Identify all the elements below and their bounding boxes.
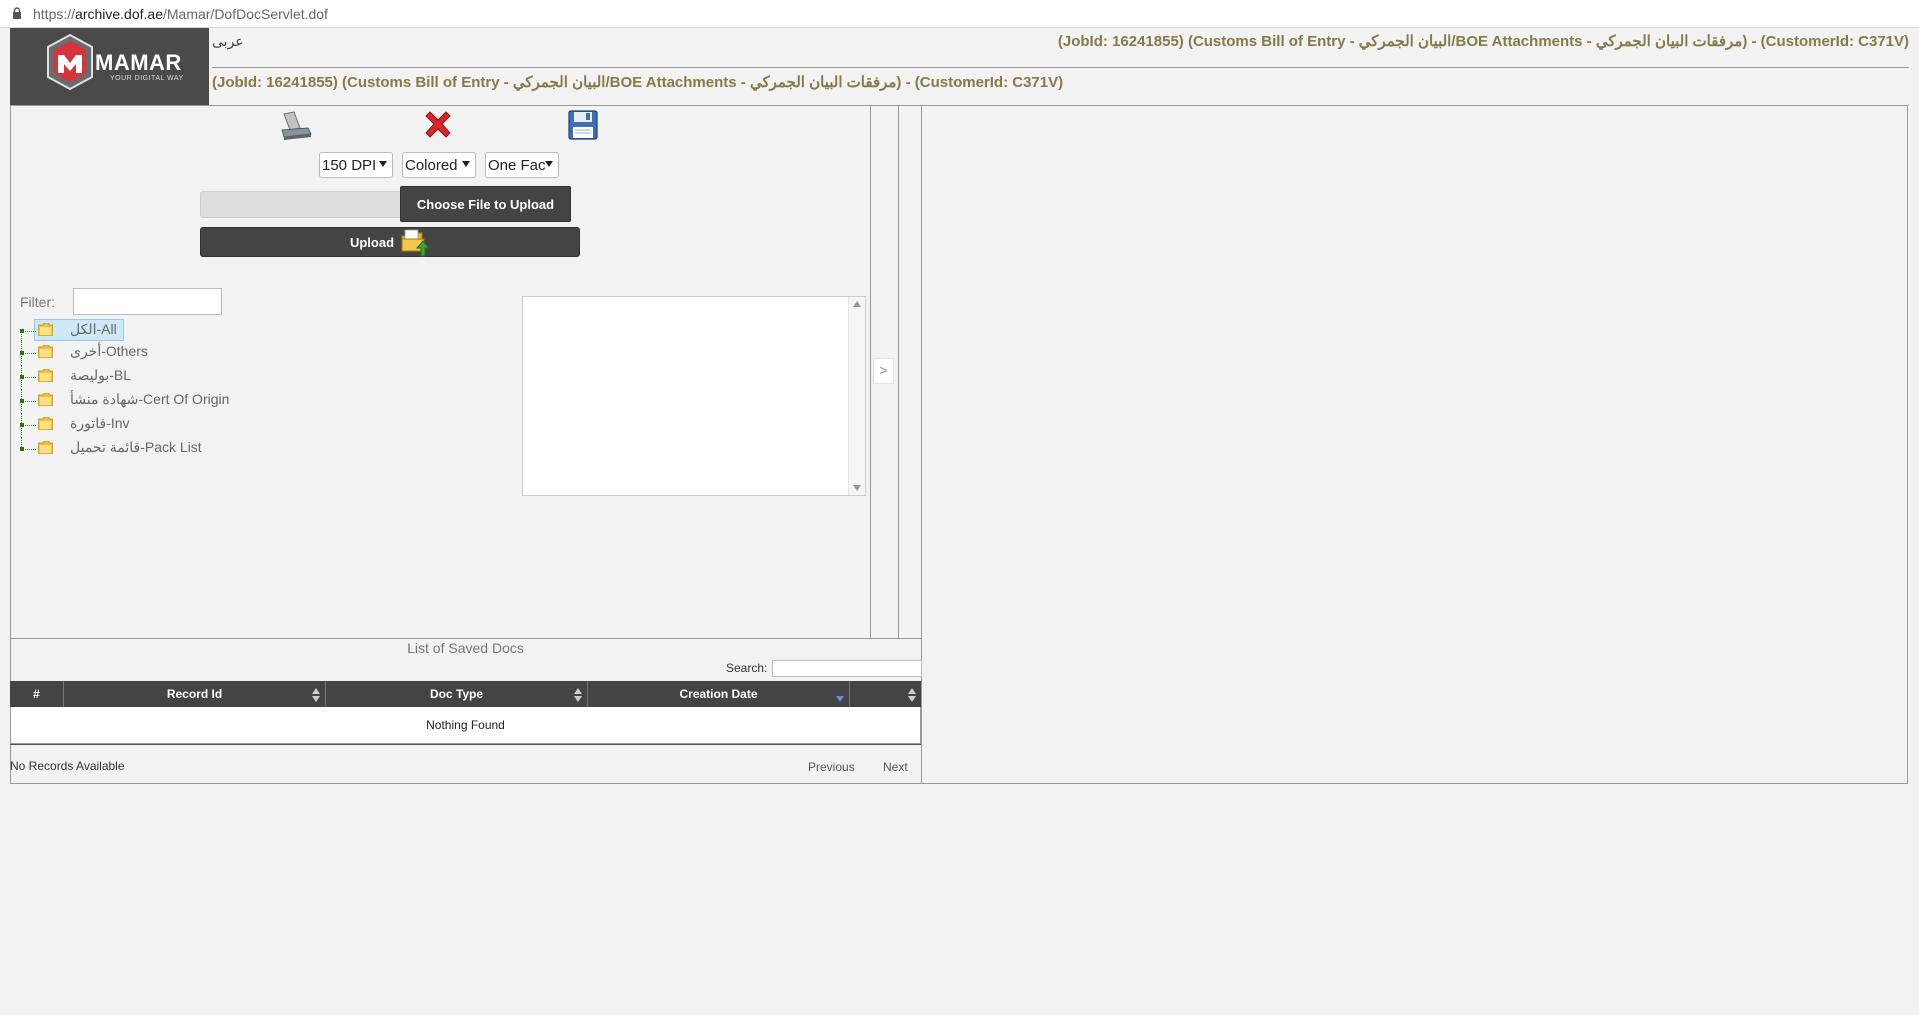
- save-button[interactable]: [566, 108, 600, 142]
- browser-url-bar[interactable]: https://archive.dof.ae/Mamar/DofDocServl…: [0, 0, 1919, 28]
- tree-node-dot: [20, 375, 24, 379]
- face-select[interactable]: One Fac: [485, 152, 559, 178]
- column-header-record-id[interactable]: Record Id: [64, 681, 326, 707]
- search-input[interactable]: [772, 660, 922, 677]
- dpi-select-wrap[interactable]: 150 DPI: [319, 152, 393, 178]
- sort-desc-icon: [836, 696, 844, 702]
- delete-button[interactable]: [421, 108, 455, 142]
- records-info: No Records Available: [10, 759, 125, 773]
- saved-docs-table-body: Nothing Found: [10, 707, 921, 744]
- url-path: /Mamar/DofDocServlet.dof: [162, 6, 328, 22]
- choose-file-button[interactable]: Choose File to Upload: [400, 186, 571, 222]
- url-host: archive.dof.ae: [75, 6, 163, 22]
- tree-item-label: شهادة منشأ-Cert Of Origin: [70, 391, 230, 407]
- scan-button[interactable]: [278, 108, 314, 142]
- column-header-actions[interactable]: [850, 681, 921, 707]
- filter-input[interactable]: [73, 288, 222, 315]
- empty-table-message: Nothing Found: [426, 718, 505, 732]
- floppy-disk-icon: [568, 110, 598, 140]
- header-divider: [212, 67, 1909, 68]
- column-header-number[interactable]: #: [10, 681, 64, 707]
- saved-docs-title: List of Saved Docs: [407, 640, 524, 656]
- tree-item-label: قائمة تحميل-Pack List: [70, 439, 202, 455]
- tree-node-dot: [20, 399, 24, 403]
- sort-both-icon: [574, 688, 582, 702]
- scanner-icon: [281, 111, 312, 140]
- splitter-divider[interactable]: [898, 105, 899, 638]
- document-listbox[interactable]: [522, 296, 866, 496]
- sort-both-icon: [908, 688, 916, 702]
- left-panel-divider: [870, 105, 871, 638]
- tree-node-dot: [20, 447, 24, 451]
- filter-label: Filter:: [20, 294, 55, 310]
- column-header-label: Creation Date: [679, 687, 758, 701]
- saved-docs-table-header: # Record Id Doc Type Creation Date: [10, 681, 921, 707]
- previous-page-button[interactable]: Previous: [808, 760, 855, 774]
- file-path-field[interactable]: [200, 191, 402, 218]
- dpi-select[interactable]: 150 DPI: [319, 152, 393, 178]
- url-text[interactable]: https://archive.dof.ae/Mamar/DofDocServl…: [33, 6, 328, 22]
- job-title-top: (JobId: 16241855) (Customs Bill of Entry…: [1057, 33, 1909, 50]
- lock-icon: [13, 7, 21, 19]
- upload-button-label: Upload: [349, 234, 395, 250]
- mamar-logo: MAMAR YOUR DIGITAL WAY: [10, 28, 209, 105]
- color-mode-select[interactable]: Colored: [402, 152, 476, 178]
- tree-node-dot: [20, 423, 24, 427]
- brand-tagline: YOUR DIGITAL WAY: [110, 75, 184, 82]
- tree-item-label: بوليصة-BL: [70, 367, 132, 383]
- table-bottom-border: [10, 744, 921, 745]
- scroll-down-icon[interactable]: [853, 485, 861, 491]
- url-scheme: https://: [33, 6, 76, 22]
- column-header-label: #: [33, 687, 40, 701]
- column-header-creation-date[interactable]: Creation Date: [588, 681, 850, 707]
- column-header-label: Record Id: [166, 687, 223, 701]
- sort-both-icon: [312, 688, 320, 702]
- listbox-scrollbar[interactable]: [848, 297, 865, 495]
- tree-item-label: أخرى-Others: [70, 343, 148, 359]
- folder-icon: [38, 323, 53, 336]
- folder-upload-icon: [401, 229, 431, 257]
- face-select-wrap[interactable]: One Fac: [485, 152, 559, 178]
- upload-button[interactable]: Upload: [200, 227, 580, 257]
- language-toggle-link[interactable]: عربى: [212, 33, 244, 50]
- next-page-button[interactable]: Next: [883, 760, 908, 774]
- search-label: Search:: [726, 661, 768, 675]
- tree-node-dot: [20, 351, 24, 355]
- column-header-doc-type[interactable]: Doc Type: [326, 681, 588, 707]
- folder-icon: [38, 369, 53, 382]
- color-mode-select-wrap[interactable]: Colored: [402, 152, 476, 178]
- tree-item-label: فاتورة-Inv: [70, 415, 130, 431]
- column-header-label: Doc Type: [429, 687, 484, 701]
- brand-name: MAMAR: [95, 50, 182, 75]
- mamar-cube-icon: [47, 33, 93, 91]
- folder-icon: [38, 417, 53, 430]
- job-title-secondary: (JobId: 16241855) (Customs Bill of Entry…: [212, 74, 1064, 91]
- scroll-up-icon[interactable]: [853, 301, 861, 307]
- folder-icon: [38, 441, 53, 454]
- folder-icon: [38, 345, 53, 358]
- expand-panel-button[interactable]: >: [873, 358, 894, 384]
- folder-icon: [38, 393, 53, 406]
- tree-node-dot: [20, 329, 24, 333]
- tree-item-label: الكل-All: [70, 321, 117, 337]
- saved-docs-divider: [10, 638, 921, 639]
- delete-x-icon: [425, 111, 451, 138]
- viewer-panel-divider: [921, 105, 922, 784]
